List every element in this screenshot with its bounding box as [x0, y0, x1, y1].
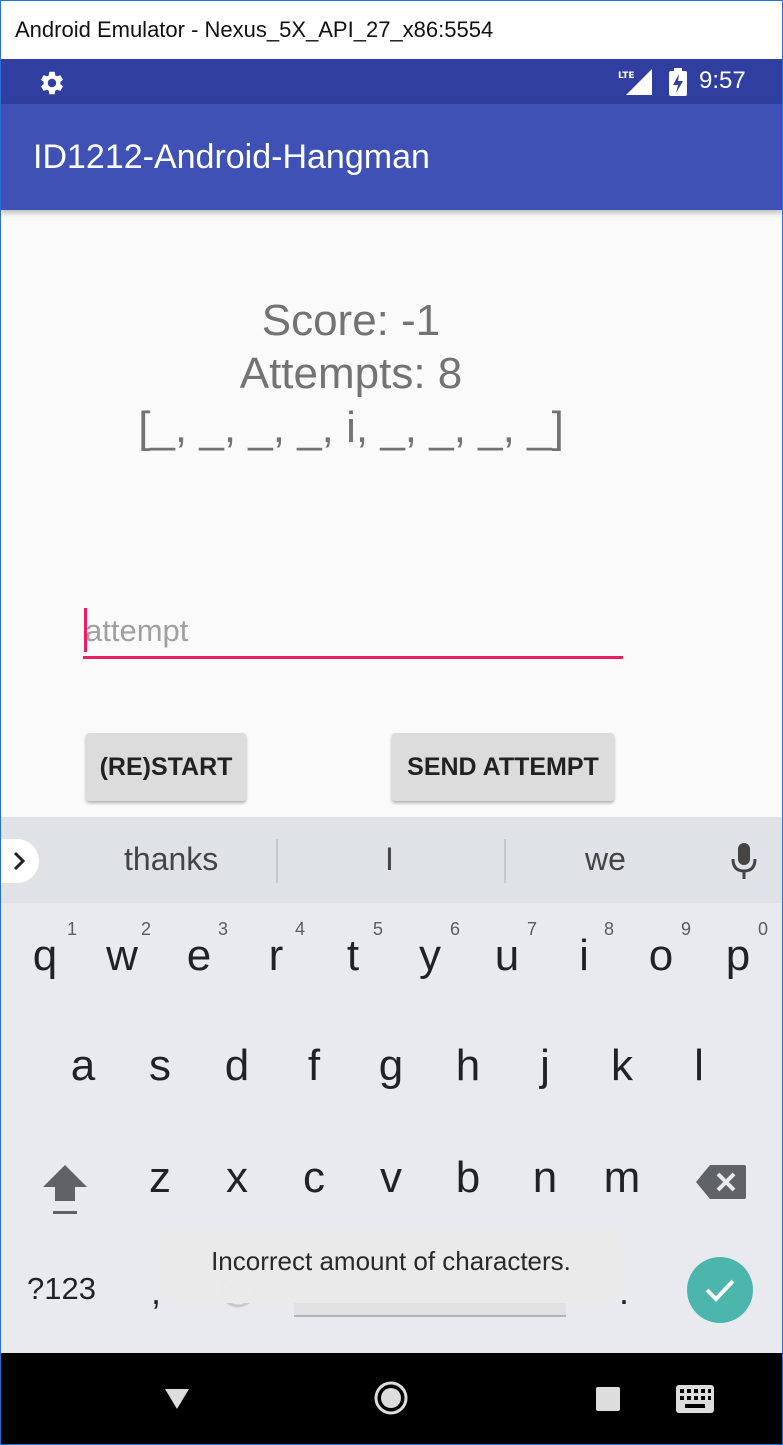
backspace-icon[interactable]	[696, 1165, 746, 1199]
back-triangle-icon[interactable]	[163, 1385, 191, 1413]
status-bar: LTE 9:57	[1, 59, 782, 104]
suggestion-2[interactable]: I	[385, 841, 394, 878]
key-g[interactable]: g	[356, 1041, 426, 1091]
key-m[interactable]: m	[587, 1153, 657, 1203]
recent-apps-icon[interactable]	[596, 1387, 620, 1411]
key-u[interactable]: u	[472, 931, 542, 981]
key-h[interactable]: h	[433, 1041, 503, 1091]
suggestion-divider	[504, 839, 506, 883]
app-title: ID1212-Android-Hangman	[33, 138, 430, 176]
suggestion-divider	[276, 839, 278, 883]
key-a[interactable]: a	[48, 1041, 118, 1091]
keyboard-switch-icon[interactable]	[675, 1384, 715, 1414]
toast-message: Incorrect amount of characters.	[161, 1229, 621, 1303]
expand-suggestions-button[interactable]	[1, 839, 39, 883]
key-o[interactable]: o	[626, 931, 696, 981]
emulator-window-titlebar: Android Emulator - Nexus_5X_API_27_x86:5…	[1, 1, 782, 59]
microphone-icon[interactable]	[729, 841, 759, 881]
app-bar: ID1212-Android-Hangman	[1, 104, 782, 210]
key-s[interactable]: s	[125, 1041, 195, 1091]
suggestion-strip: thanks I we	[1, 817, 782, 903]
key-n[interactable]: n	[510, 1153, 580, 1203]
home-circle-icon[interactable]	[373, 1380, 409, 1416]
send-attempt-button[interactable]: SEND ATTEMPT	[392, 733, 614, 801]
suggestion-3[interactable]: we	[585, 841, 626, 878]
svg-text:LTE: LTE	[618, 71, 635, 81]
status-time: 9:57	[699, 67, 746, 94]
suggestion-1[interactable]: thanks	[124, 841, 218, 878]
settings-gear-icon	[41, 71, 63, 95]
key-f[interactable]: f	[279, 1041, 349, 1091]
text-cursor	[84, 608, 87, 652]
attempt-input-container[interactable]	[83, 606, 623, 659]
key-comma[interactable]: ,	[151, 1271, 161, 1313]
navigation-bar	[1, 1353, 782, 1444]
key-w[interactable]: w	[87, 931, 157, 981]
symbols-key[interactable]: ?123	[27, 1271, 96, 1307]
key-p[interactable]: p	[703, 931, 773, 981]
lte-signal-icon: LTE	[618, 69, 652, 95]
key-x[interactable]: x	[202, 1153, 272, 1203]
key-j[interactable]: j	[510, 1041, 580, 1091]
key-d[interactable]: d	[202, 1041, 272, 1091]
key-r[interactable]: r	[241, 931, 311, 981]
key-v[interactable]: v	[356, 1153, 426, 1203]
key-i[interactable]: i	[549, 931, 619, 981]
key-y[interactable]: y	[395, 931, 465, 981]
shift-icon[interactable]	[39, 1161, 91, 1217]
emulator-window-title: Android Emulator - Nexus_5X_API_27_x86:5…	[15, 17, 494, 42]
key-c[interactable]: c	[279, 1153, 349, 1203]
enter-button[interactable]	[687, 1257, 753, 1323]
attempt-input[interactable]	[83, 606, 615, 656]
checkmark-icon	[705, 1279, 735, 1302]
key-l[interactable]: l	[664, 1041, 734, 1091]
chevron-right-icon	[13, 851, 26, 871]
key-q[interactable]: q	[10, 931, 80, 981]
score-text: Score: -1	[261, 296, 441, 345]
attempt-input-underline	[83, 656, 623, 659]
emulator-frame: Android Emulator - Nexus_5X_API_27_x86:5…	[0, 0, 783, 1445]
battery-charging-icon	[669, 68, 687, 96]
toast-text: Incorrect amount of characters.	[211, 1246, 571, 1276]
key-k[interactable]: k	[587, 1041, 657, 1091]
key-z[interactable]: z	[125, 1153, 195, 1203]
attempts-text: Attempts: 8	[239, 349, 463, 398]
key-e[interactable]: e	[164, 931, 234, 981]
key-b[interactable]: b	[433, 1153, 503, 1203]
restart-button[interactable]: (RE)START	[86, 733, 246, 801]
word-progress-text: [_, _, _, _, i, _, _, _, _]	[138, 403, 564, 452]
key-t[interactable]: t	[318, 931, 388, 981]
